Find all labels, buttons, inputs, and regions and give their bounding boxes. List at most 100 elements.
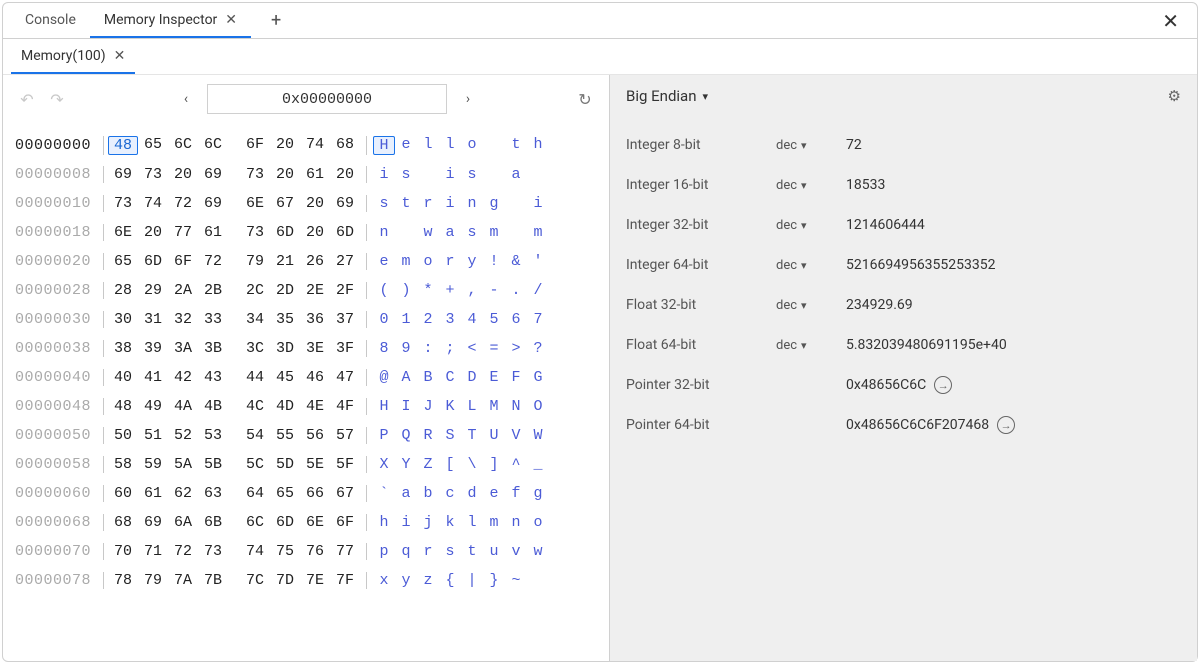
hex-byte[interactable]: 43 — [198, 369, 228, 386]
ascii-char[interactable] — [483, 166, 505, 183]
prev-page-button[interactable]: ‹ — [171, 84, 201, 114]
ascii-char[interactable]: X — [373, 456, 395, 473]
hex-byte[interactable]: 20 — [270, 166, 300, 183]
hex-byte[interactable]: 74 — [240, 543, 270, 560]
gear-icon[interactable]: ⚙ — [1168, 87, 1181, 105]
ascii-char[interactable]: P — [373, 427, 395, 444]
ascii-char[interactable]: z — [417, 572, 439, 589]
ascii-char[interactable]: , — [461, 282, 483, 299]
hex-byte[interactable]: 73 — [138, 166, 168, 183]
ascii-char[interactable]: m — [527, 224, 549, 241]
hex-byte[interactable]: 69 — [198, 166, 228, 183]
ascii-char[interactable]: k — [439, 514, 461, 531]
ascii-char[interactable]: s — [461, 166, 483, 183]
hex-byte[interactable]: 69 — [198, 195, 228, 212]
hex-byte[interactable]: 65 — [270, 485, 300, 502]
hex-byte[interactable]: 20 — [168, 166, 198, 183]
hex-byte[interactable]: 64 — [240, 485, 270, 502]
address-input[interactable] — [207, 84, 447, 114]
undo-icon[interactable]: ↶ — [15, 87, 39, 111]
ascii-char[interactable]: N — [505, 398, 527, 415]
format-select[interactable]: dec▾ — [776, 338, 846, 353]
ascii-char[interactable]: ~ — [505, 572, 527, 589]
hex-byte[interactable]: 61 — [138, 485, 168, 502]
hex-byte[interactable]: 62 — [168, 485, 198, 502]
hex-byte[interactable]: 6C — [198, 136, 228, 155]
ascii-char[interactable]: i — [439, 166, 461, 183]
ascii-char[interactable]: s — [461, 224, 483, 241]
ascii-char[interactable] — [527, 572, 549, 589]
ascii-char[interactable] — [417, 166, 439, 183]
ascii-char[interactable]: ! — [483, 253, 505, 270]
hex-byte[interactable]: 6E — [240, 195, 270, 212]
hex-byte[interactable]: 56 — [300, 427, 330, 444]
format-select[interactable]: dec▾ — [776, 218, 846, 233]
hex-byte[interactable]: 79 — [138, 572, 168, 589]
hex-byte[interactable]: 74 — [138, 195, 168, 212]
hex-byte[interactable]: 77 — [330, 543, 360, 560]
hex-byte[interactable]: 31 — [138, 311, 168, 328]
ascii-char[interactable]: R — [417, 427, 439, 444]
hex-byte[interactable]: 73 — [240, 166, 270, 183]
ascii-char[interactable]: ( — [373, 282, 395, 299]
hex-byte[interactable]: 48 — [108, 136, 138, 155]
hex-byte[interactable]: 65 — [108, 253, 138, 270]
hex-byte[interactable]: 60 — [108, 485, 138, 502]
hex-byte[interactable]: 61 — [198, 224, 228, 241]
hex-byte[interactable]: 2B — [198, 282, 228, 299]
hex-byte[interactable]: 6D — [270, 224, 300, 241]
hex-byte[interactable]: 3C — [240, 340, 270, 357]
ascii-char[interactable]: a — [395, 485, 417, 502]
ascii-char[interactable]: ; — [439, 340, 461, 357]
ascii-char[interactable]: @ — [373, 369, 395, 386]
ascii-char[interactable]: L — [461, 398, 483, 415]
hex-byte[interactable]: 20 — [270, 136, 300, 155]
ascii-char[interactable]: s — [373, 195, 395, 212]
ascii-char[interactable]: & — [505, 253, 527, 270]
ascii-char[interactable]: Z — [417, 456, 439, 473]
hex-byte[interactable]: 73 — [240, 224, 270, 241]
ascii-char[interactable]: w — [527, 543, 549, 560]
refresh-icon[interactable]: ↻ — [573, 87, 597, 111]
ascii-char[interactable]: Y — [395, 456, 417, 473]
hex-byte[interactable]: 52 — [168, 427, 198, 444]
hex-byte[interactable]: 37 — [330, 311, 360, 328]
ascii-char[interactable]: ^ — [505, 456, 527, 473]
hex-byte[interactable]: 6D — [330, 224, 360, 241]
ascii-char[interactable]: a — [505, 166, 527, 183]
ascii-char[interactable]: e — [373, 253, 395, 270]
hex-byte[interactable]: 28 — [108, 282, 138, 299]
ascii-char[interactable]: : — [417, 340, 439, 357]
ascii-char[interactable]: M — [483, 398, 505, 415]
hex-byte[interactable]: 78 — [108, 572, 138, 589]
ascii-char[interactable]: V — [505, 427, 527, 444]
hex-byte[interactable]: 47 — [330, 369, 360, 386]
ascii-char[interactable]: v — [505, 543, 527, 560]
hex-byte[interactable]: 6F — [240, 136, 270, 155]
hex-byte[interactable]: 2F — [330, 282, 360, 299]
ascii-char[interactable]: S — [439, 427, 461, 444]
hex-byte[interactable]: 69 — [330, 195, 360, 212]
hex-byte[interactable]: 40 — [108, 369, 138, 386]
hex-byte[interactable]: 20 — [138, 224, 168, 241]
ascii-char[interactable]: i — [527, 195, 549, 212]
ascii-char[interactable]: ? — [527, 340, 549, 357]
ascii-char[interactable]: r — [439, 253, 461, 270]
ascii-char[interactable]: } — [483, 572, 505, 589]
hex-byte[interactable]: 3B — [198, 340, 228, 357]
ascii-char[interactable]: 4 — [461, 311, 483, 328]
hex-byte[interactable]: 7F — [330, 572, 360, 589]
hex-byte[interactable]: 7C — [240, 572, 270, 589]
ascii-char[interactable]: W — [527, 427, 549, 444]
ascii-char[interactable]: 3 — [439, 311, 461, 328]
ascii-char[interactable]: s — [395, 166, 417, 183]
ascii-char[interactable]: l — [439, 136, 461, 155]
hex-byte[interactable]: 7D — [270, 572, 300, 589]
ascii-char[interactable]: D — [461, 369, 483, 386]
hex-byte[interactable]: 33 — [198, 311, 228, 328]
tab-console[interactable]: Console — [11, 4, 90, 38]
add-tab-button[interactable]: + — [263, 6, 289, 35]
tab-memory-inspector[interactable]: Memory Inspector ✕ — [90, 4, 251, 38]
ascii-char[interactable]: I — [395, 398, 417, 415]
hex-byte[interactable]: 3D — [270, 340, 300, 357]
